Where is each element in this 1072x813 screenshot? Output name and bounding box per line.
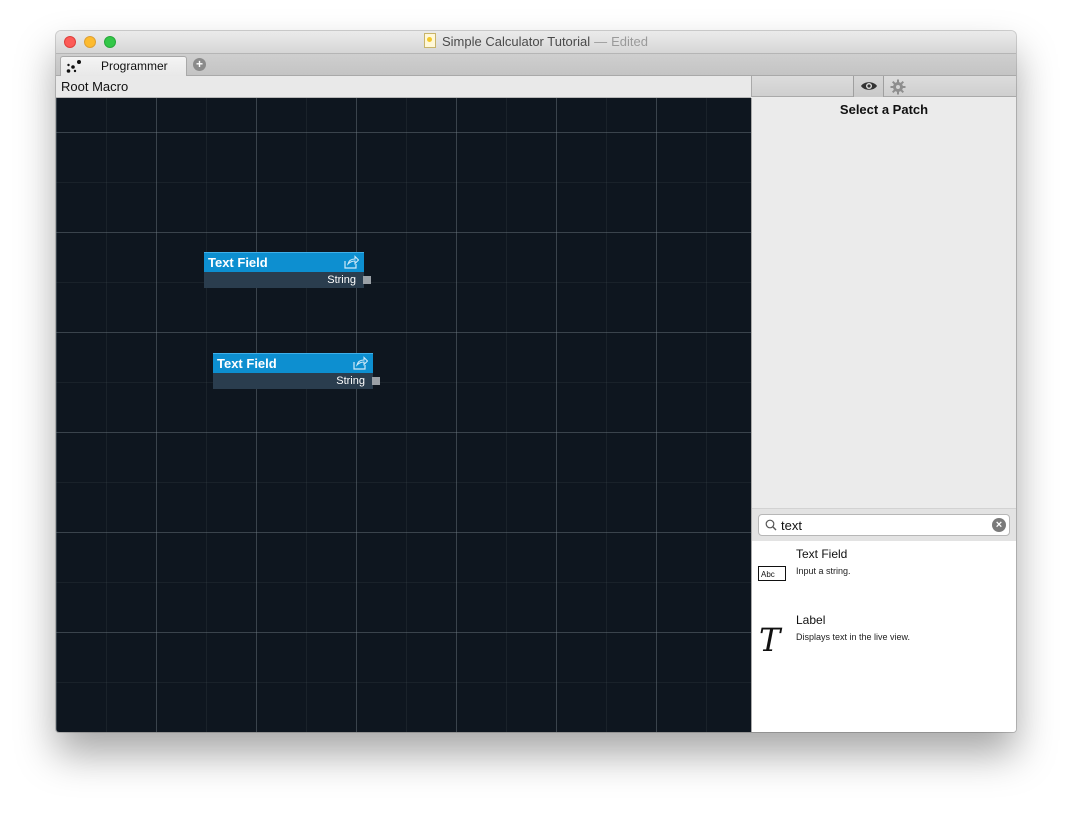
patch-canvas[interactable]: Text Field String Text Field String [56,98,751,732]
patch-title: Text Field [217,356,277,371]
tab-bar: Programmer + [56,54,1016,76]
label-icon: T [759,621,781,659]
window-title: Simple Calculator Tutorial — Edited [56,31,1016,53]
output-port-label: String [327,274,356,286]
publish-icon[interactable] [343,255,359,269]
result-name: Label [796,613,826,627]
patch-text-field[interactable]: Text Field String [213,353,380,389]
nodes-icon [66,60,81,73]
inspector-title: Select a Patch [839,102,929,117]
settings-button[interactable] [884,76,915,97]
app-window: Simple Calculator Tutorial — Edited Progra… [56,31,1016,732]
library-results-list: Abc Text Field Input a string. T Label D… [752,541,1016,732]
tab-programmer[interactable]: Programmer [60,56,187,76]
patch-header[interactable]: Text Field [213,353,373,373]
breadcrumb-root-macro[interactable]: Root Macro [61,76,128,97]
result-description: Input a string. [796,566,851,576]
result-description: Displays text in the live view. [796,632,911,642]
result-name: Text Field [796,547,848,561]
patch-header[interactable]: Text Field [204,252,364,272]
text-field-icon: Abc [758,566,786,581]
patch-title: Text Field [208,255,268,270]
document-icon [424,33,436,48]
inspector-sidebar: Select a Patch × Abc Text Field Input a … [751,98,1016,732]
output-port[interactable] [372,377,380,385]
clear-search-icon[interactable]: × [992,518,1006,532]
title-bar: Simple Calculator Tutorial — Edited [56,31,1016,54]
title-separator: — [594,34,608,49]
tab-label: Programmer [101,59,168,73]
list-item[interactable]: T Label Displays text in the live view. [752,607,1016,667]
eye-icon [861,82,877,90]
gear-icon [890,79,906,95]
patch-text-field[interactable]: Text Field String [204,252,371,288]
plus-circle-icon[interactable]: + [193,58,206,71]
breadcrumb: Root Macro [56,76,751,98]
window-title-text: Simple Calculator Tutorial [442,34,591,49]
library-search-bar: × [752,508,1016,541]
title-edited-status: Edited [611,34,648,49]
search-icon [765,519,777,531]
patch-output-row: String [213,373,380,389]
patch-output-row: String [204,272,371,288]
sidebar-toolbar [751,76,1016,97]
output-port-label: String [336,375,365,387]
publish-icon[interactable] [352,356,368,370]
search-field[interactable]: × [758,514,1010,536]
list-item[interactable]: Abc Text Field Input a string. [752,541,1016,601]
preview-toggle-button[interactable] [853,76,884,97]
output-port[interactable] [363,276,371,284]
search-input[interactable] [781,517,981,533]
